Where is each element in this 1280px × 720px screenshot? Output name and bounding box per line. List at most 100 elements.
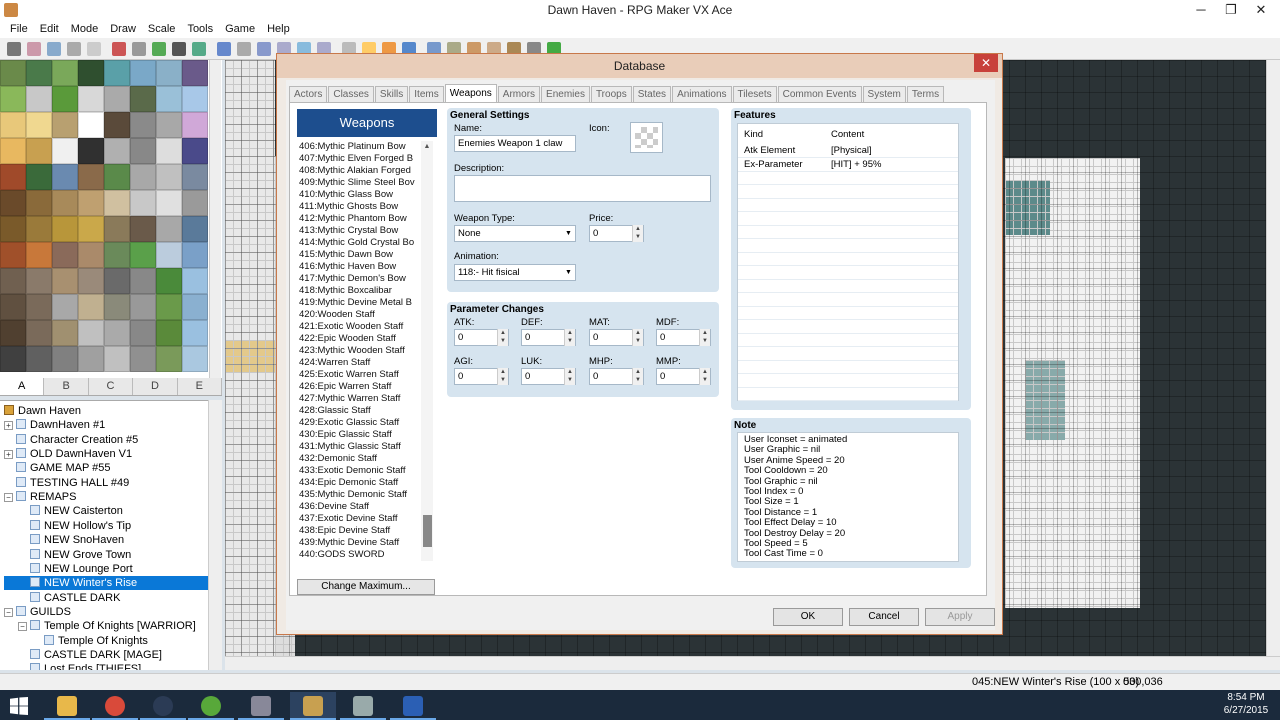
tileset-grid[interactable] <box>0 60 208 378</box>
weapon-list-item[interactable]: 433:Exotic Demonic Staff <box>299 465 423 477</box>
tab-actors[interactable]: Actors <box>289 86 328 102</box>
tile[interactable] <box>52 242 78 268</box>
weapon-list-item[interactable]: 438:Epic Devine Staff <box>299 525 423 537</box>
tile[interactable] <box>26 346 52 372</box>
weapons-list-scroll-thumb[interactable] <box>423 515 432 547</box>
tab-classes[interactable]: Classes <box>328 86 374 102</box>
tile[interactable] <box>104 164 130 190</box>
tile[interactable] <box>0 216 26 242</box>
tile[interactable] <box>26 190 52 216</box>
weapon-list-item[interactable]: 411:Mythic Ghosts Bow <box>299 201 423 213</box>
weapon-list-item[interactable]: 423:Mythic Wooden Staff <box>299 345 423 357</box>
tab-common-events[interactable]: Common Events <box>777 86 862 102</box>
weapon-list-item[interactable]: 430:Epic Glassic Staff <box>299 429 423 441</box>
animation-select[interactable]: 118:- Hit fisical <box>454 264 576 281</box>
dialog-close-button[interactable]: ✕ <box>974 54 998 72</box>
tile[interactable] <box>52 164 78 190</box>
tile[interactable] <box>182 60 208 86</box>
toolbar-tool-icon[interactable] <box>27 41 41 56</box>
map-tree-scrollbar[interactable] <box>208 400 222 670</box>
toolbar-tool-icon[interactable] <box>257 41 271 56</box>
tile[interactable] <box>104 112 130 138</box>
weapon-list-item[interactable]: 440:GODS SWORD <box>299 549 423 561</box>
tab-tilesets[interactable]: Tilesets <box>732 86 777 102</box>
tile[interactable] <box>0 164 26 190</box>
weapon-list-item[interactable]: 416:Mythic Haven Bow <box>299 261 423 273</box>
param-spinner-icon[interactable]: ▲ ▼ <box>564 368 575 385</box>
param-spinner-icon[interactable]: ▲ ▼ <box>632 368 643 385</box>
tile[interactable] <box>52 216 78 242</box>
tile[interactable] <box>156 164 182 190</box>
tile[interactable] <box>104 346 130 372</box>
weapon-list-item[interactable]: 432:Demonic Staff <box>299 453 423 465</box>
weapon-list-item[interactable]: 427:Mythic Warren Staff <box>299 393 423 405</box>
toolbar-tool-icon[interactable] <box>237 41 251 56</box>
tile[interactable] <box>78 60 104 86</box>
weapons-list-scrollbar[interactable]: ▲ <box>421 141 433 561</box>
map-tree-item[interactable]: NEW SnoHaven <box>4 533 210 547</box>
minimize-icon[interactable]: ─ <box>1186 0 1216 20</box>
weapon-list-item[interactable]: 425:Exotic Warren Staff <box>299 369 423 381</box>
map-tree-item[interactable]: GAME MAP #55 <box>4 461 210 475</box>
map-tree-item[interactable]: CASTLE DARK [MAGE] <box>4 648 210 662</box>
map-tree-item[interactable]: − GUILDS <box>4 605 210 619</box>
tile[interactable] <box>52 60 78 86</box>
tile[interactable] <box>52 294 78 320</box>
tab-items[interactable]: Items <box>409 86 444 102</box>
weapon-list-item[interactable]: 413:Mythic Crystal Bow <box>299 225 423 237</box>
weapon-type-select[interactable]: None <box>454 225 576 242</box>
tile[interactable] <box>156 346 182 372</box>
tile[interactable] <box>26 60 52 86</box>
tile[interactable] <box>26 138 52 164</box>
weapon-list-item[interactable]: 436:Devine Staff <box>299 501 423 513</box>
param-spinner-icon[interactable]: ▲ ▼ <box>632 329 643 346</box>
toolbar-tool-icon[interactable] <box>67 41 81 56</box>
tile[interactable] <box>130 112 156 138</box>
tile[interactable] <box>156 216 182 242</box>
tile[interactable] <box>182 86 208 112</box>
weapon-list-item[interactable]: 428:Glassic Staff <box>299 405 423 417</box>
menu-item-scale[interactable]: Scale <box>142 23 182 35</box>
weapon-list-item[interactable]: 410:Mythic Glass Bow <box>299 189 423 201</box>
map-tree-item[interactable]: − REMAPS <box>4 490 210 504</box>
tile[interactable] <box>52 86 78 112</box>
toolbar-tool-icon[interactable] <box>47 41 61 56</box>
expand-toggle-icon[interactable]: + <box>4 421 13 431</box>
tile[interactable] <box>0 346 26 372</box>
tile[interactable] <box>130 86 156 112</box>
tile[interactable] <box>78 346 104 372</box>
feature-kind[interactable]: Ex-Parameter <box>744 159 803 170</box>
tileset-tab-a[interactable]: A <box>0 378 45 395</box>
tile[interactable] <box>156 320 182 346</box>
tile[interactable] <box>156 138 182 164</box>
expand-toggle-icon[interactable]: − <box>4 607 13 617</box>
menu-item-help[interactable]: Help <box>261 23 296 35</box>
tile[interactable] <box>104 268 130 294</box>
tile[interactable] <box>130 242 156 268</box>
tile[interactable] <box>156 112 182 138</box>
tile[interactable] <box>78 138 104 164</box>
ok-button[interactable]: OK <box>773 608 843 626</box>
tile[interactable] <box>78 320 104 346</box>
menu-item-edit[interactable]: Edit <box>34 23 65 35</box>
features-table[interactable]: Kind Content Atk Element [Physical] Ex-Par… <box>737 123 959 401</box>
tile[interactable] <box>26 164 52 190</box>
tile[interactable] <box>26 268 52 294</box>
tile[interactable] <box>0 320 26 346</box>
tile[interactable] <box>156 190 182 216</box>
map-tree-item[interactable]: Lost Ends [THIEFS] <box>4 662 210 670</box>
tile[interactable] <box>0 294 26 320</box>
tile[interactable] <box>182 346 208 372</box>
weapon-list-item[interactable]: 434:Epic Demonic Staff <box>299 477 423 489</box>
description-input[interactable] <box>454 175 711 202</box>
map-tree-item[interactable]: + DawnHaven #1 <box>4 418 210 432</box>
tile[interactable] <box>0 60 28 88</box>
tile[interactable] <box>0 138 26 164</box>
tile[interactable] <box>156 268 182 294</box>
chevron-down-icon[interactable]: ▼ <box>564 230 573 238</box>
utorrent-icon[interactable] <box>188 692 234 720</box>
param-spinner-icon[interactable]: ▲ ▼ <box>699 368 710 385</box>
tab-weapons[interactable]: Weapons <box>444 84 497 102</box>
tab-terms[interactable]: Terms <box>906 86 945 102</box>
tile[interactable] <box>130 346 156 372</box>
